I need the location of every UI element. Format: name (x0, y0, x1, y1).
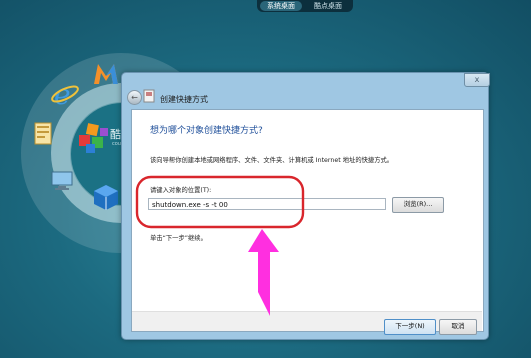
desktop-switcher: 系统桌面 酷点桌面 (257, 0, 353, 12)
internet-explorer-icon[interactable]: e (50, 78, 80, 108)
location-label: 请键入对象的位置(T): (150, 187, 212, 194)
close-button[interactable]: x (464, 73, 490, 87)
next-button[interactable]: 下一步(N) (384, 319, 436, 335)
document-icon[interactable] (33, 122, 55, 146)
cancel-button[interactable]: 取消 (439, 319, 477, 335)
launcher-center-sublabel: cou (112, 141, 121, 147)
tab-system-desktop[interactable]: 系统桌面 (260, 1, 302, 11)
maxthon-icon[interactable] (92, 60, 120, 86)
back-arrow-button[interactable]: ← (127, 90, 142, 105)
launcher-center-label: 酷 (110, 128, 121, 141)
wizard-heading: 想为哪个对象创建快捷方式? (150, 126, 263, 136)
location-input[interactable]: shutdown.exe -s -t 00 (148, 198, 386, 210)
cube-icon[interactable] (92, 183, 120, 211)
browse-button[interactable]: 浏览(R)... (392, 197, 444, 213)
desktop-top-bar: 系统桌面 酷点桌面 (0, 0, 531, 14)
shortcut-wizard-icon (143, 89, 155, 103)
tab-kudian-desktop[interactable]: 酷点桌面 (307, 1, 349, 11)
dialog-content-area (131, 109, 484, 332)
continue-hint: 单击“下一步”继续。 (150, 235, 207, 242)
computer-icon[interactable] (50, 170, 76, 192)
cubes-icon[interactable] (77, 122, 111, 154)
wizard-description: 该向导帮你创建本地或网络程序、文件、文件夹、计算机或 Internet 地址的快… (150, 157, 394, 164)
dialog-title: 创建快捷方式 (160, 95, 208, 104)
